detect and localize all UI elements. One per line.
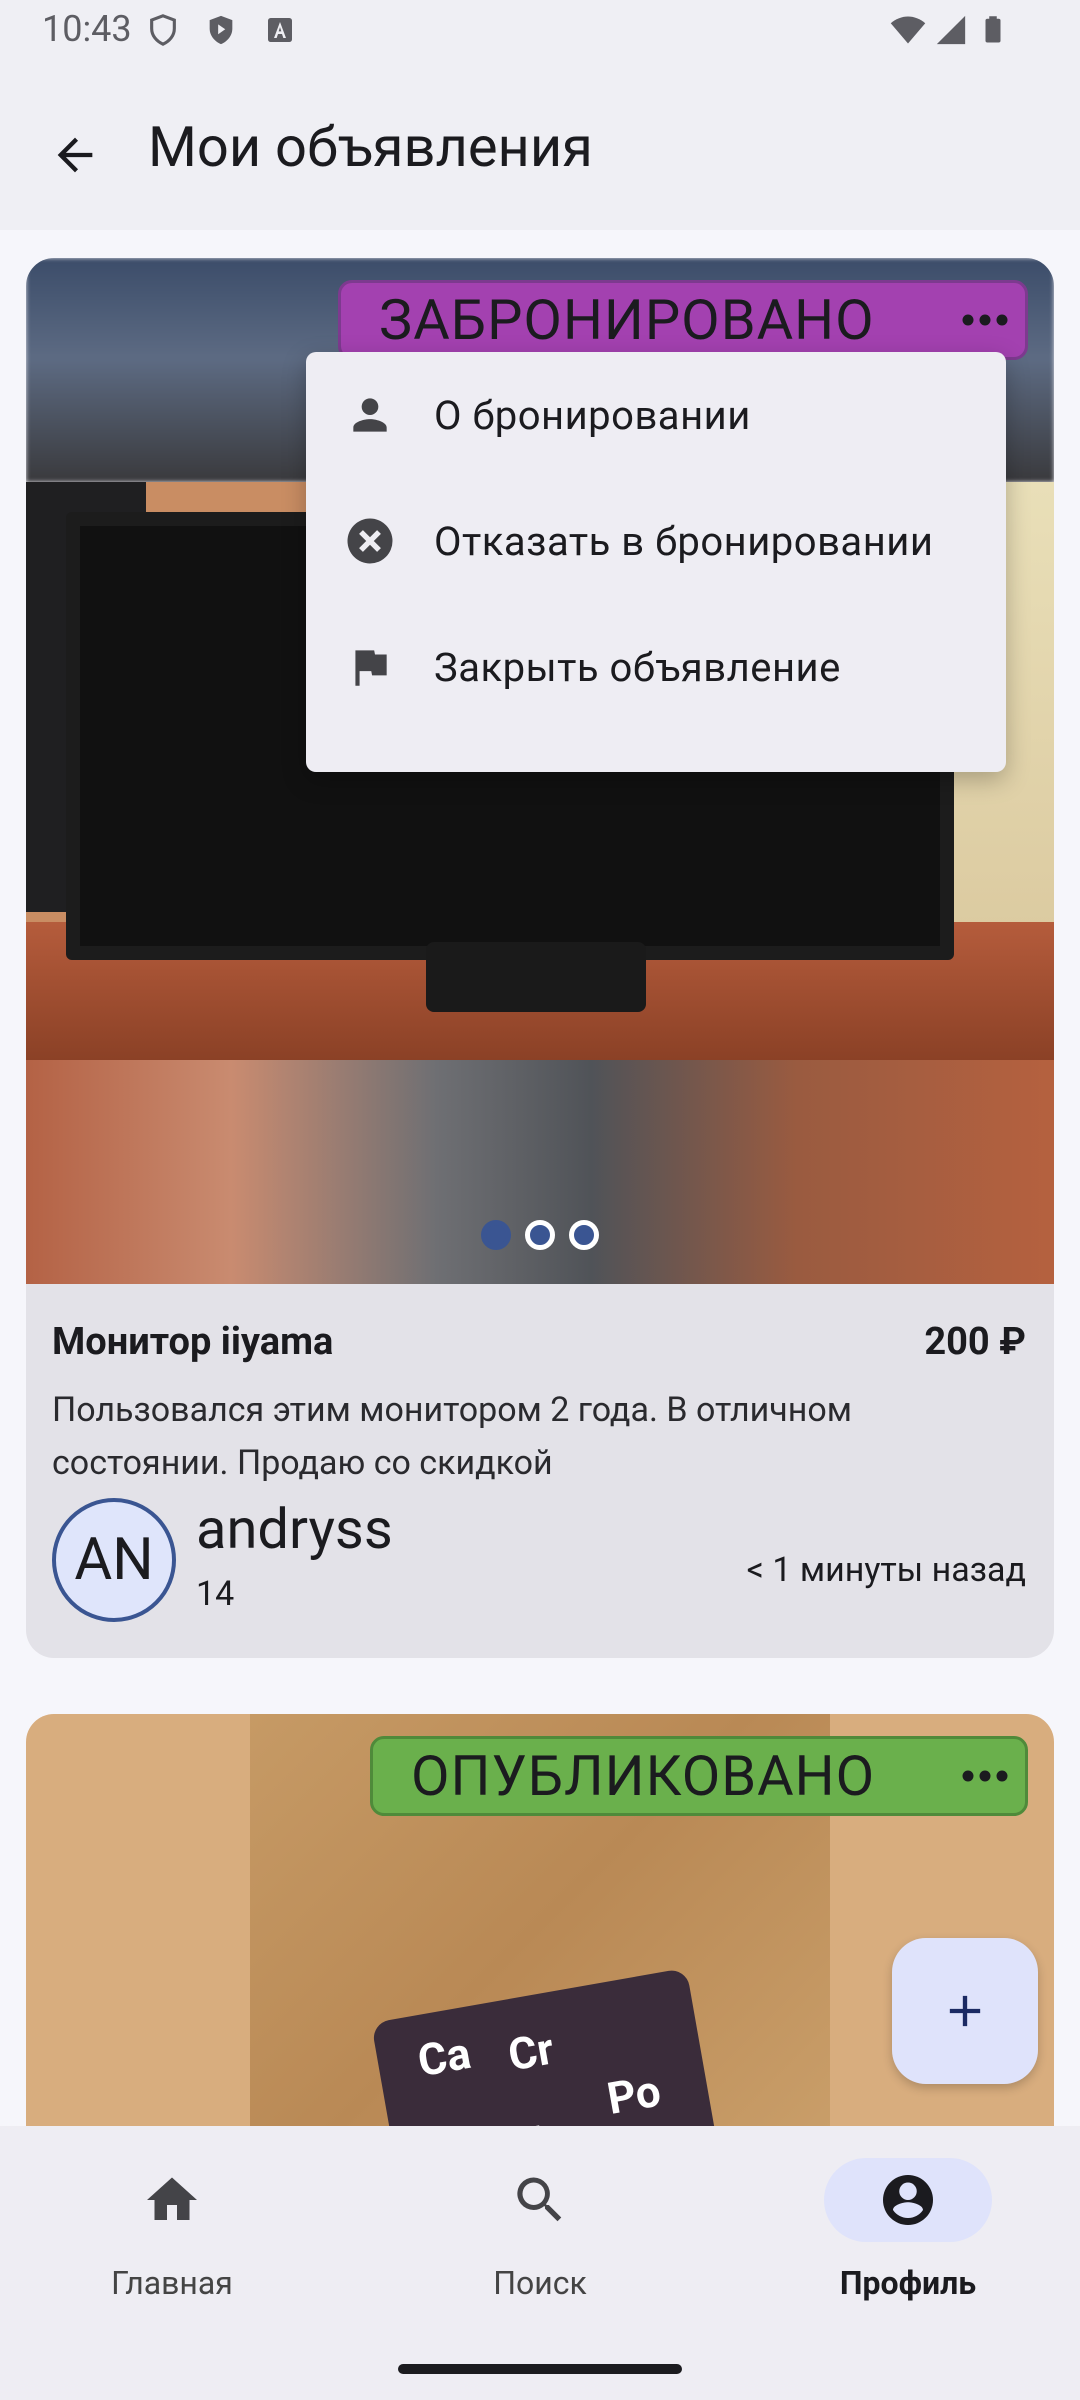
- nav-item-home[interactable]: Главная: [44, 2158, 300, 2308]
- nav-item-label: Главная: [111, 2264, 233, 2302]
- more-options-button[interactable]: [945, 280, 1025, 360]
- menu-item-label: Отказать в бронировании: [434, 517, 934, 565]
- listing-description: Пользовался этим монитором 2 года. В отл…: [52, 1390, 852, 1483]
- person-icon: [342, 387, 398, 443]
- status-label: ОПУБЛИКОВАНО: [411, 1743, 876, 1809]
- play-protect-icon: [209, 15, 233, 45]
- status-time: 10:43: [42, 8, 132, 50]
- user-rating: 14: [196, 1574, 235, 1614]
- listing-options-menu: О бронировании Отказать в бронировании З…: [306, 352, 1006, 772]
- nav-item-label: Поиск: [493, 2264, 587, 2302]
- menu-item-label: Закрыть объявление: [434, 643, 841, 691]
- search-icon: [412, 2170, 668, 2230]
- flag-icon: [342, 639, 398, 695]
- nav-item-search[interactable]: Поиск: [412, 2158, 668, 2308]
- account-circle-icon: [780, 2170, 1036, 2230]
- user-name[interactable]: andryss: [196, 1496, 393, 1562]
- listing-price: 200 ₽: [924, 1320, 1026, 1364]
- more-options-button[interactable]: [945, 1736, 1025, 1816]
- cancel-icon: [342, 513, 398, 569]
- more-horizontal-icon: [962, 1770, 1008, 1782]
- add-listing-button[interactable]: [892, 1938, 1038, 2084]
- signal-icon: [936, 15, 966, 45]
- carousel-dot[interactable]: [481, 1220, 511, 1250]
- carousel-dot[interactable]: [525, 1220, 555, 1250]
- app-bar: Мои объявления: [0, 60, 1080, 230]
- carousel-indicator: [26, 1220, 1054, 1250]
- nav-item-profile[interactable]: Профиль: [780, 2158, 1036, 2308]
- menu-item-decline-booking[interactable]: Отказать в бронировании: [306, 478, 1006, 604]
- posted-time: < 1 минуты назад: [746, 1550, 1026, 1590]
- home-icon: [44, 2170, 300, 2230]
- menu-item-booking-info[interactable]: О бронировании: [306, 352, 1006, 478]
- avatar[interactable]: AN: [52, 1498, 176, 1622]
- carousel-dot[interactable]: [569, 1220, 599, 1250]
- listing-title: Монитор iiyama: [52, 1320, 334, 1364]
- bottom-navigation: Главная Поиск Профиль: [0, 2126, 1080, 2400]
- arrow-back-icon: [57, 137, 93, 173]
- photo-blur-background: [26, 1060, 1054, 1284]
- status-badge: ОПУБЛИКОВАНО: [370, 1736, 1028, 1816]
- nav-item-label: Профиль: [839, 2264, 977, 2302]
- gesture-navigation-bar[interactable]: [398, 2364, 682, 2374]
- menu-item-close-listing[interactable]: Закрыть объявление: [306, 604, 1006, 730]
- font-icon: [268, 18, 292, 42]
- page-title: Мои объявления: [148, 114, 593, 180]
- shield-icon: [150, 14, 176, 46]
- menu-item-label: О бронировании: [434, 391, 751, 439]
- status-badge: ЗАБРОНИРОВАНО: [338, 280, 1028, 360]
- status-bar: 10:43: [0, 0, 1080, 60]
- more-horizontal-icon: [962, 314, 1008, 326]
- wifi-icon: [890, 16, 926, 44]
- add-icon: [949, 1995, 981, 2027]
- status-label: ЗАБРОНИРОВАНО: [379, 287, 875, 353]
- listing-details: Монитор iiyama 200 ₽ Пользовался этим мо…: [26, 1284, 1054, 1658]
- back-button[interactable]: [40, 120, 110, 190]
- battery-icon: [985, 16, 1001, 43]
